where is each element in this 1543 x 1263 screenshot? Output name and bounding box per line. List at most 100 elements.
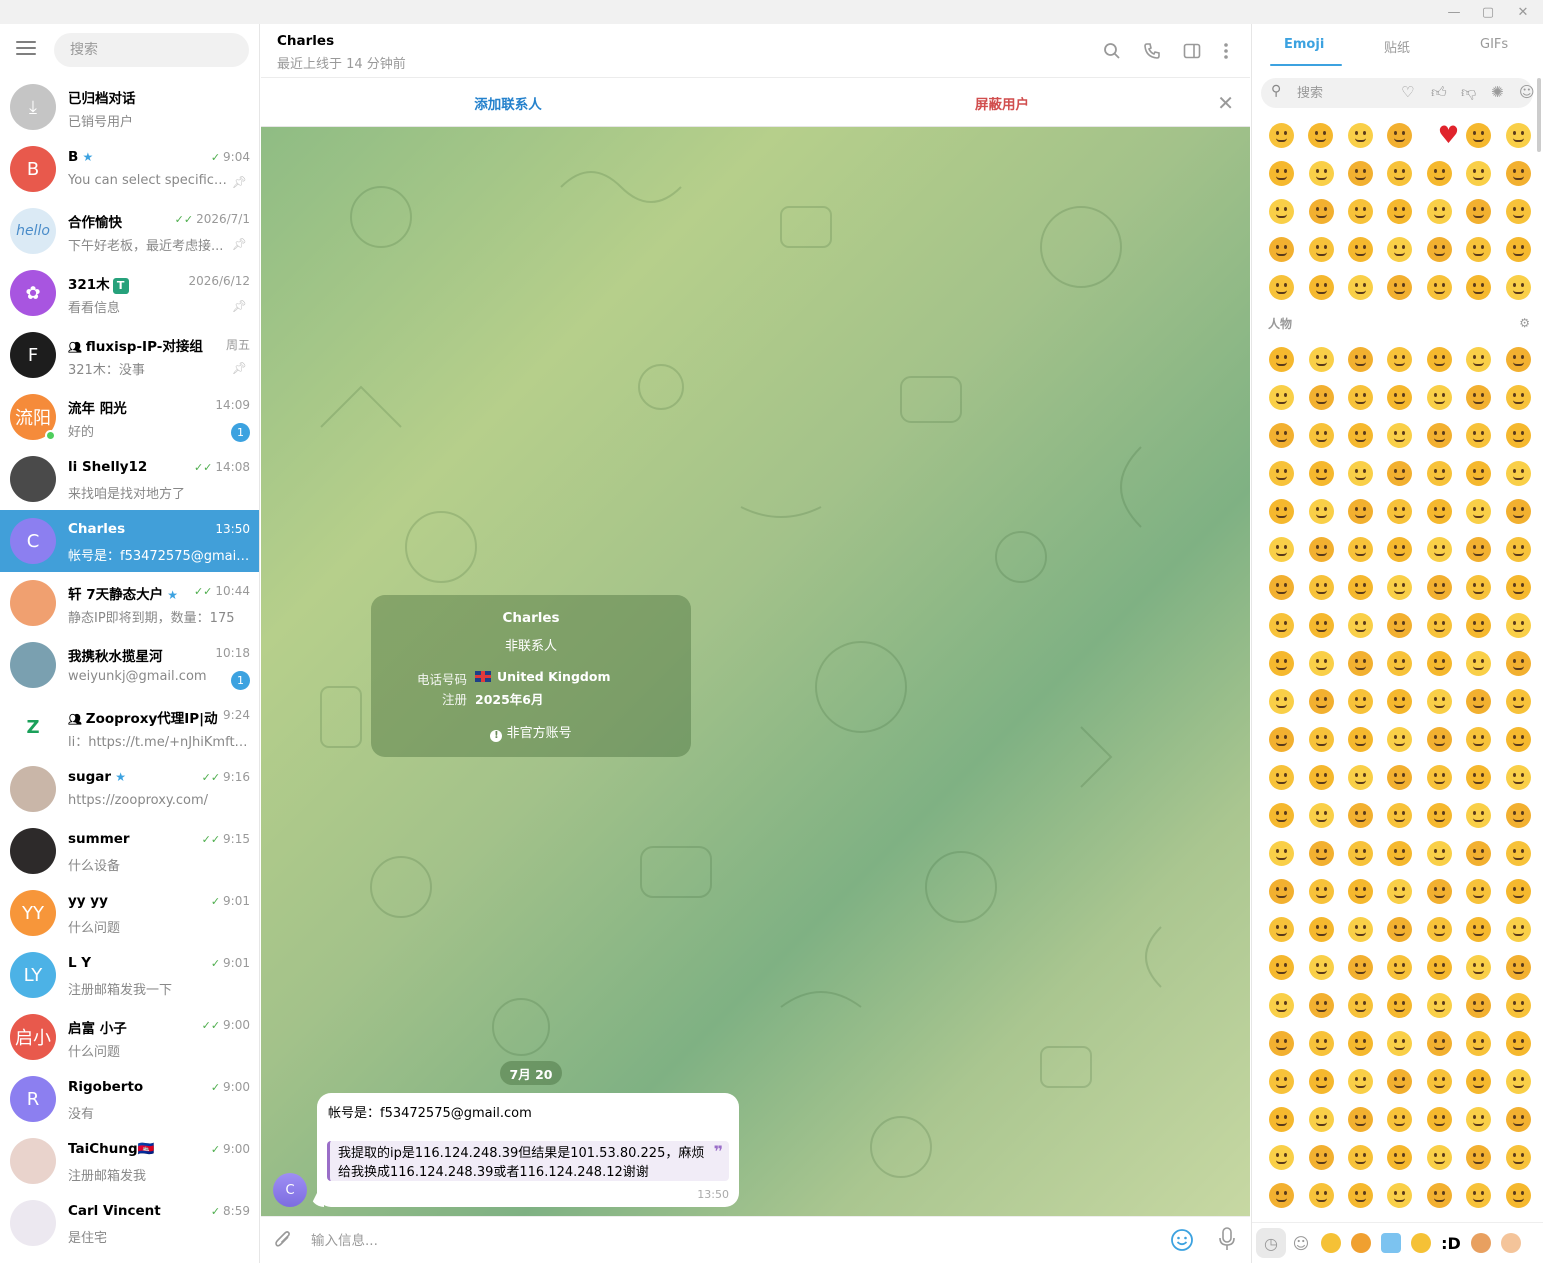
emoji-button[interactable] [1459,192,1498,230]
emoji-button[interactable] [1420,910,1459,948]
emoji-button[interactable] [1420,644,1459,682]
emoji-button[interactable] [1262,116,1301,154]
emoji-button[interactable] [1499,1138,1538,1176]
emoji-button[interactable] [1341,720,1380,758]
chat-item[interactable]: LY L Y ✓ 9:01 注册邮箱发我一下 [0,944,259,1006]
emoji-button[interactable] [1380,378,1419,416]
emoji-button[interactable] [1499,1176,1538,1214]
emoji-button[interactable] [1459,948,1498,986]
emoji-button[interactable] [1420,986,1459,1024]
add-contact-button[interactable]: 添加联系人 [261,79,755,127]
emoji-button[interactable] [1380,872,1419,910]
emoji-button[interactable] [1499,606,1538,644]
emoji-button[interactable] [1301,116,1340,154]
emoji-button[interactable] [1301,1024,1340,1062]
emoji-button[interactable] [1262,910,1301,948]
emoji-button[interactable] [1499,568,1538,606]
emoji-button[interactable] [1301,1100,1340,1138]
emoji-button[interactable] [1380,1024,1419,1062]
emoji-button[interactable] [1341,1176,1380,1214]
emoji-button[interactable] [1341,644,1380,682]
emoji-button[interactable] [1262,872,1301,910]
emoji-button[interactable] [1420,834,1459,872]
emoji-button[interactable] [1499,154,1538,192]
pack-icon-5[interactable] [1466,1228,1496,1258]
tab-emoji[interactable]: Emoji [1284,37,1324,52]
emoji-button[interactable] [1499,872,1538,910]
emoji-button[interactable] [1420,758,1459,796]
emoji-button[interactable] [1459,1138,1498,1176]
emoji-button[interactable] [1380,1176,1419,1214]
emoji-button[interactable] [1380,530,1419,568]
emoji-button[interactable] [1459,1024,1498,1062]
chat-item[interactable]: li Shelly12 ✓✓ 14:08 来找咱是找对地方了 [0,448,259,510]
emoji-button[interactable] [1262,1100,1301,1138]
hamburger-menu-icon[interactable] [16,41,38,57]
emoji-button[interactable] [1380,720,1419,758]
emoji-button[interactable] [1301,872,1340,910]
emoji-button[interactable] [1301,758,1340,796]
emoji-button[interactable] [1420,1062,1459,1100]
emoji-button[interactable] [1301,986,1340,1024]
chat-item[interactable]: R Rigoberto ✓ 9:00 没有 [0,1068,259,1130]
emoji-button[interactable] [1262,834,1301,872]
close-window-button[interactable]: ✕ [1507,0,1539,24]
emoji-button[interactable] [1499,230,1538,268]
chat-item[interactable]: 流阳 流年 阳光 14:09 好的 1 [0,386,259,448]
emoji-button[interactable] [1341,948,1380,986]
pack-icon-4[interactable] [1406,1228,1436,1258]
emoji-button[interactable] [1420,492,1459,530]
emoji-button[interactable] [1262,986,1301,1024]
text-emoji-pack[interactable]: :D [1436,1228,1466,1258]
chat-item[interactable]: summer ✓✓ 9:15 什么设备 [0,820,259,882]
category-settings-icon[interactable]: ⚙︎ [1519,316,1530,330]
emoji-button[interactable] [1499,834,1538,872]
emoji-button[interactable]: ♥ [1419,116,1460,154]
chat-item[interactable]: BB ★ ✓ 9:04 You can select specific co... 📌︎ [0,138,259,200]
block-user-button[interactable]: 屏蔽用户 [755,79,1249,127]
emoji-button[interactable] [1341,530,1380,568]
emoji-button[interactable] [1499,378,1538,416]
emoji-button[interactable] [1301,1138,1340,1176]
chat-item[interactable]: hello 合作愉快 ✓✓ 2026/7/1 下午好老板，最近考虑接... 📌︎ [0,200,259,262]
emoji-button[interactable] [1301,230,1340,268]
emoji-button[interactable] [1499,796,1538,834]
emoji-button[interactable] [1341,986,1380,1024]
emoji-button[interactable] [1420,1138,1459,1176]
emoji-button[interactable] [1301,834,1340,872]
emoji-button[interactable] [1341,116,1380,154]
chat-item[interactable]: 我携秋水揽星河 10:18 weiyunkj@gmail.com 1 [0,634,259,696]
emoji-button[interactable] [1262,948,1301,986]
emoji-search-input[interactable] [1297,84,1387,102]
emoji-button[interactable] [1499,1024,1538,1062]
emoji-button[interactable] [1459,230,1498,268]
emoji-button[interactable] [1380,834,1419,872]
emoji-button[interactable] [1262,192,1301,230]
chat-item[interactable]: 轩 7天静态大户 ★ ✓✓ 10:44 静态IP即将到期，数量：175 [0,572,259,634]
emoji-button[interactable] [1262,1176,1301,1214]
emoji-button[interactable] [1262,1024,1301,1062]
emoji-button[interactable] [1459,116,1498,154]
emoji-button[interactable] [1341,154,1380,192]
emoji-button[interactable] [1380,948,1419,986]
emoji-button[interactable] [1499,986,1538,1024]
emoji-button[interactable] [1499,644,1538,682]
emoji-button[interactable] [1380,1062,1419,1100]
emoji-button[interactable] [1380,416,1419,454]
emoji-button[interactable] [1459,454,1498,492]
emoji-button[interactable] [1301,682,1340,720]
emoji-button[interactable] [1499,454,1538,492]
emoji-button[interactable] [1499,682,1538,720]
tab-gifs[interactable]: GIFs [1480,37,1508,52]
emoji-button[interactable] [1301,154,1340,192]
emoji-button[interactable] [1380,986,1419,1024]
emoji-button[interactable] [1499,116,1538,154]
emoji-button[interactable] [1341,872,1380,910]
emoji-button[interactable] [1301,644,1340,682]
emoji-button[interactable] [1459,416,1498,454]
chat-item[interactable]: sugar ★ ✓✓ 9:16 https://zooproxy.com/ [0,758,259,820]
emoji-button[interactable] [1420,192,1459,230]
emoji-button[interactable] [1341,230,1380,268]
emoji-button[interactable] [1420,416,1459,454]
emoji-button[interactable] [1420,340,1459,378]
